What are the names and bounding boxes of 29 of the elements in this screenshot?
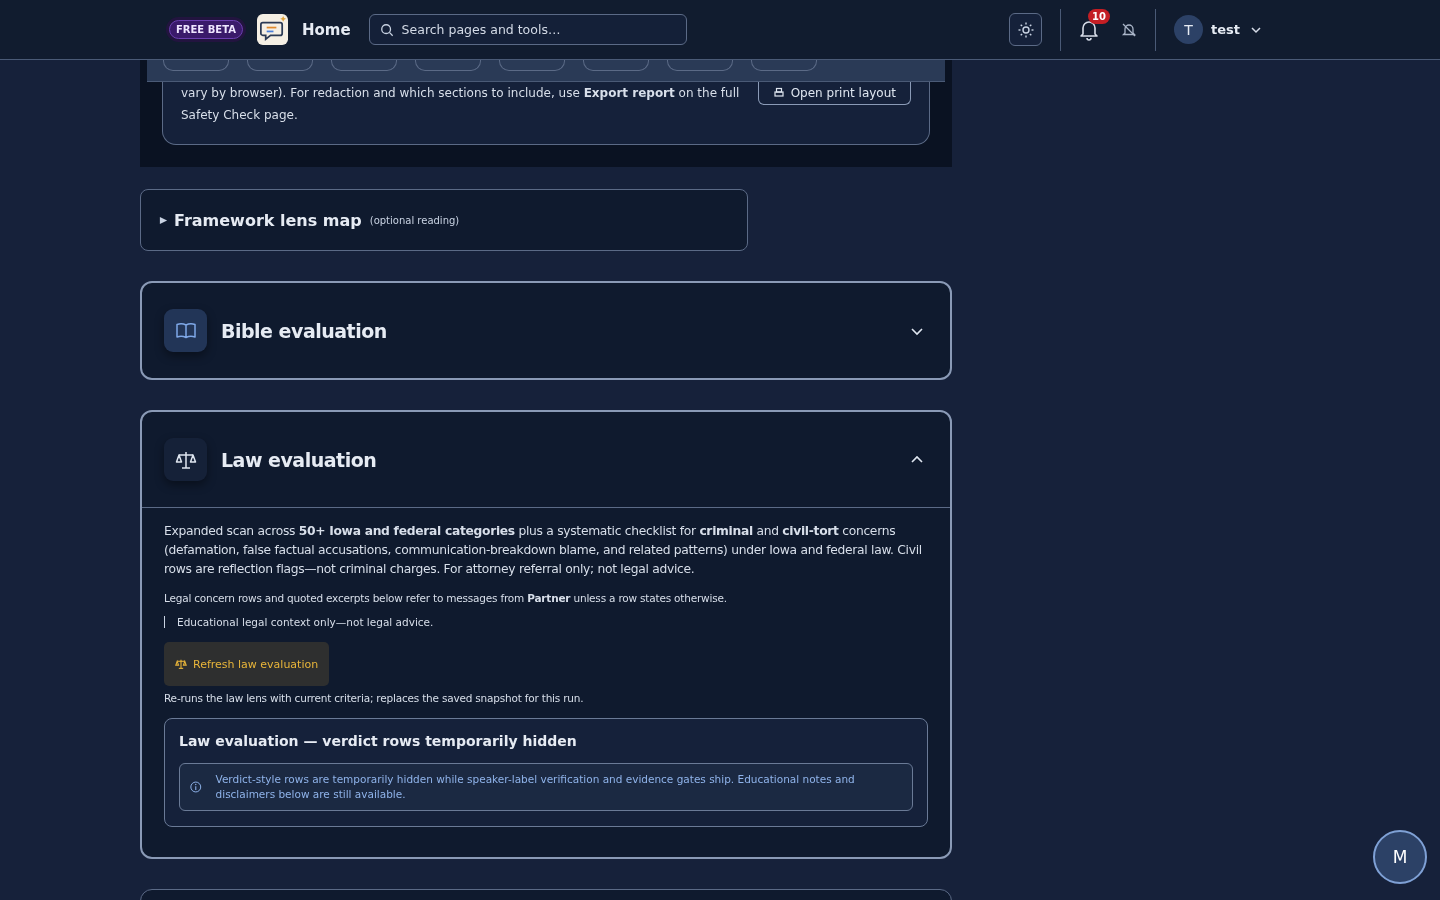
book-icon [164, 309, 207, 352]
triangle-icon [159, 215, 168, 225]
framework-lens-map-toggle[interactable]: Framework lens map (optional reading) [140, 189, 748, 251]
intro-paragraph: Expanded scan across 50+ Iowa and federal categories plus a systematic checklist for criminal and civil-tort concerns (defamation, false factual accusations, communication-breakdown blame, and related patterns) under Iowa and federal law. Civil rows are reflection flags—not criminal charges. For attorney referral only; not legal advice. [164, 523, 923, 578]
section-title: Law evaluation [221, 448, 378, 471]
open-print-layout-button[interactable]: Open print layout [757, 82, 911, 105]
notification-count: 10 [1088, 8, 1110, 24]
beta-badge: FREE BETA [169, 20, 243, 39]
search-field[interactable]: Search pages and tools… [368, 14, 687, 45]
info-text: Verdict-style rows are temporarily hidden while speaker-label verification and evidence gates ship. Educational notes and disclaimers below are still available. [215, 772, 856, 802]
section-title: Bible evaluation [221, 319, 388, 342]
assistant-button[interactable]: M [1373, 830, 1427, 884]
scale-icon [175, 658, 187, 670]
print-info-text: vary by browser). For redaction and which sections to include, use Export report on the full Safety Check page. [181, 85, 741, 124]
chat-logo-icon[interactable] [256, 14, 288, 45]
notice-title: Law evaluation — verdict rows temporarily hidden [179, 733, 578, 749]
scope-note: Legal concern rows and quoted excerpts below refer to messages from Partner unless a row states otherwise. [164, 592, 728, 604]
disclaimer-quote: Educational legal context only—not legal advice. [164, 616, 928, 628]
theme-toggle-button[interactable] [1009, 13, 1042, 46]
refresh-button[interactable]: Refresh law evaluation [164, 642, 330, 686]
user-menu[interactable]: T test [1174, 15, 1262, 44]
bell-icon[interactable] [1079, 18, 1099, 41]
muted-bell-icon[interactable] [1121, 21, 1137, 38]
home-link[interactable]: Home [301, 20, 351, 39]
refresh-note: Re-runs the law lens with current criteria; replaces the saved snapshot for this run. [164, 692, 585, 704]
sun-icon [1017, 21, 1034, 38]
scale-icon [164, 438, 207, 481]
info-icon [190, 780, 202, 794]
printer-icon [772, 87, 785, 99]
